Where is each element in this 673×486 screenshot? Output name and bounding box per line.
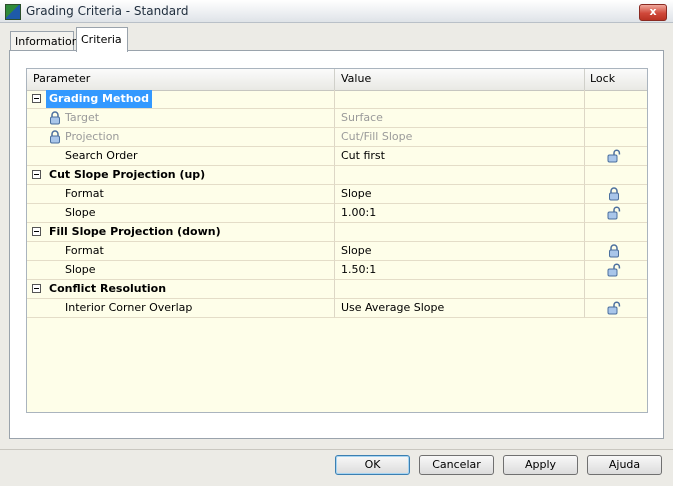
property-value[interactable]: 1.00:1 [335,204,585,223]
property-value: Cut/Fill Slope [335,128,585,147]
padlock-icon[interactable] [607,244,621,258]
property-label: Format [65,244,104,257]
property-row-target[interactable]: Target Surface [27,109,647,128]
property-value[interactable]: Cut first [335,147,585,166]
collapse-icon[interactable] [32,170,41,179]
property-label: Interior Corner Overlap [65,301,193,314]
column-header-lock[interactable]: Lock [585,69,647,90]
padlock-icon [50,130,60,144]
property-value: Surface [335,109,585,128]
property-label: Projection [65,130,120,143]
property-label: Target [65,111,100,124]
collapse-icon[interactable] [32,284,41,293]
group-row-fill-slope[interactable]: Fill Slope Projection (down) [27,223,647,242]
property-row-cut-format[interactable]: Format Slope [27,185,647,204]
app-icon [5,4,21,20]
group-row-conflict-resolution[interactable]: Conflict Resolution [27,280,647,299]
property-label: Slope [65,206,96,219]
group-label[interactable]: Conflict Resolution [46,280,169,298]
group-row-grading-method[interactable]: Grading Method [27,90,647,109]
property-row-cut-slope[interactable]: Slope 1.00:1 [27,204,647,223]
group-label[interactable]: Cut Slope Projection (up) [46,166,208,184]
footer-separator [0,449,673,450]
property-label: Format [65,187,104,200]
property-value[interactable]: Slope [335,185,585,204]
criteria-grid: Parameter Value Lock Grading Method Targ… [26,68,648,413]
group-label[interactable]: Grading Method [46,90,152,108]
tab-information[interactable]: Information [10,31,79,51]
property-label: Search Order [65,149,138,162]
collapse-icon[interactable] [32,227,41,236]
property-row-fill-format[interactable]: Format Slope [27,242,647,261]
close-button[interactable]: x [639,4,667,21]
property-row-fill-slope[interactable]: Slope 1.50:1 [27,261,647,280]
ok-button[interactable]: OK [335,455,410,475]
unlocked-padlock-icon[interactable] [607,206,621,220]
grid-header: Parameter Value Lock [27,69,647,91]
tab-criteria[interactable]: Criteria [76,27,128,52]
unlocked-padlock-icon[interactable] [607,263,621,277]
help-button[interactable]: Ajuda [587,455,662,475]
unlocked-padlock-icon[interactable] [607,301,621,315]
group-row-cut-slope[interactable]: Cut Slope Projection (up) [27,166,647,185]
padlock-icon[interactable] [607,187,621,201]
property-row-projection[interactable]: Projection Cut/Fill Slope [27,128,647,147]
unlocked-padlock-icon[interactable] [607,149,621,163]
title-bar: Grading Criteria - Standard x [0,0,673,23]
property-label: Slope [65,263,96,276]
window-title: Grading Criteria - Standard [26,4,189,18]
column-header-value[interactable]: Value [335,69,585,90]
property-value[interactable]: Slope [335,242,585,261]
property-value[interactable]: Use Average Slope [335,299,585,318]
property-row-interior-corner-overlap[interactable]: Interior Corner Overlap Use Average Slop… [27,299,647,318]
cancel-button[interactable]: Cancelar [419,455,494,475]
collapse-icon[interactable] [32,94,41,103]
property-row-search-order[interactable]: Search Order Cut first [27,147,647,166]
column-header-parameter[interactable]: Parameter [27,69,335,90]
padlock-icon [50,111,60,125]
group-label[interactable]: Fill Slope Projection (down) [46,223,224,241]
apply-button[interactable]: Apply [503,455,578,475]
property-value[interactable]: 1.50:1 [335,261,585,280]
